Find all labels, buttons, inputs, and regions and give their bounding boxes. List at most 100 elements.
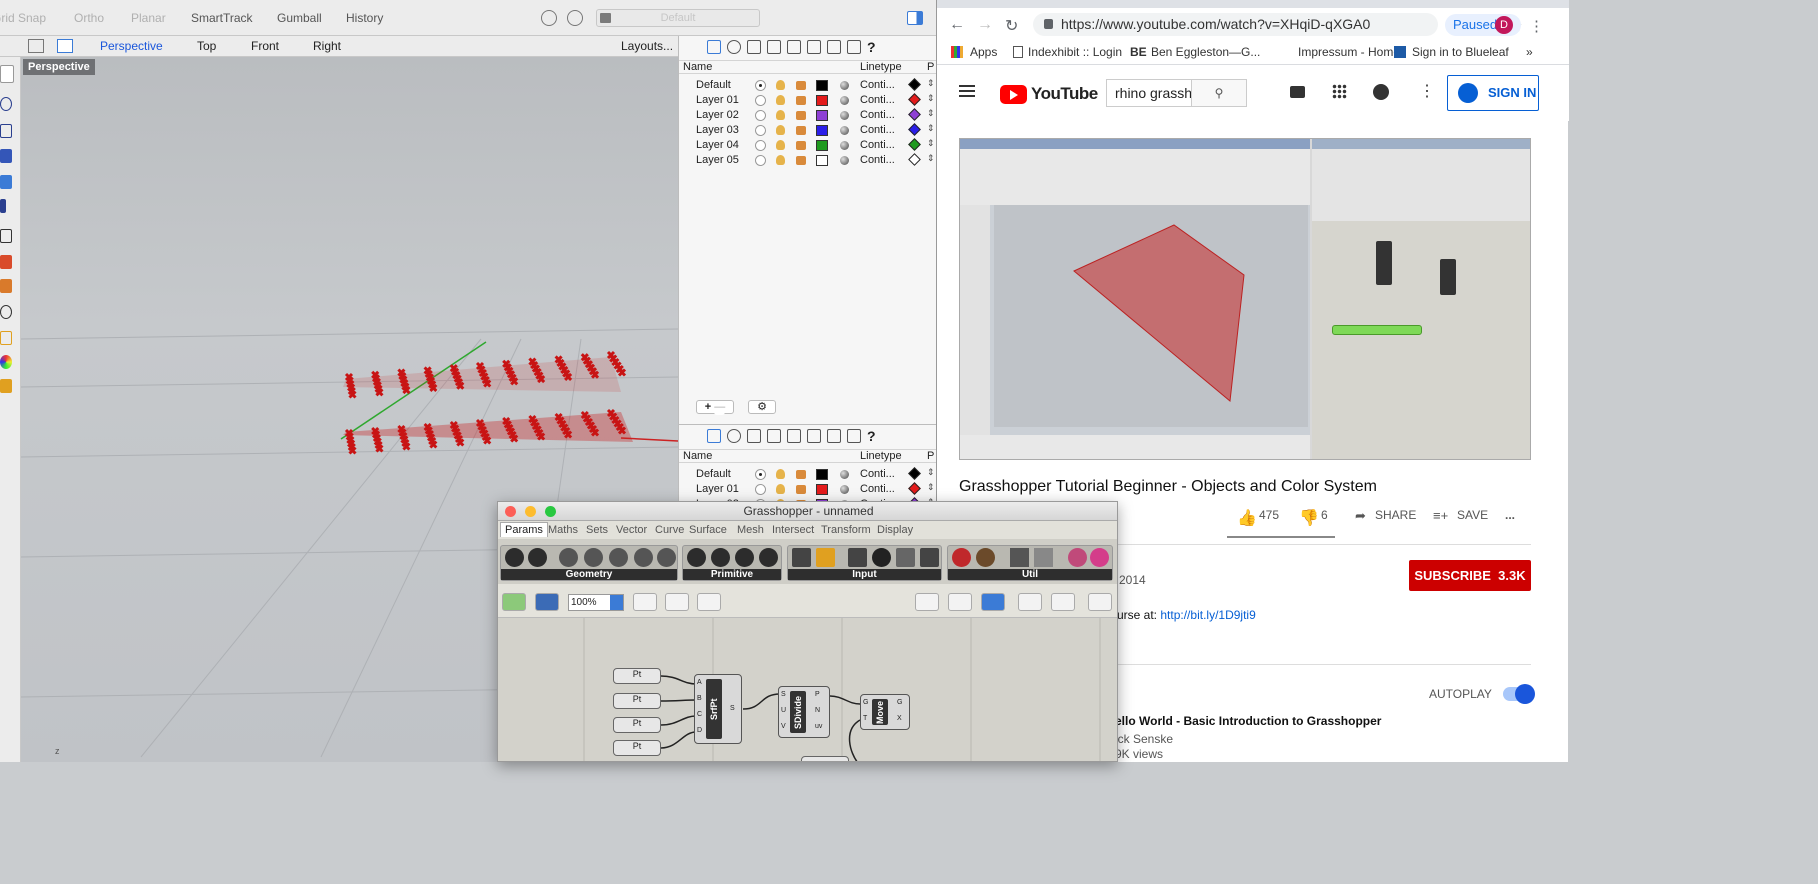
col-linetype[interactable]: Linetype	[860, 61, 902, 73]
layer-color-swatch[interactable]	[816, 110, 828, 121]
tab-vector[interactable]: Vector	[616, 524, 647, 536]
filter-icon[interactable]	[567, 10, 583, 26]
search-button[interactable]: ⚲	[1192, 79, 1247, 107]
material-icon[interactable]	[840, 485, 849, 494]
layer-linetype[interactable]: Conti...	[860, 79, 895, 91]
layer-name[interactable]: Layer 01	[696, 483, 739, 495]
close-icon[interactable]	[505, 506, 516, 517]
category-input-label[interactable]: Input	[788, 569, 941, 580]
material-icon[interactable]	[840, 156, 849, 165]
osnap-icon[interactable]	[541, 10, 557, 26]
grasshopper-canvas[interactable]: Pt Pt Pt Pt A B C D SrfPt S S U V SDivid…	[498, 618, 1117, 761]
apps-grid-icon[interactable]	[1332, 84, 1347, 99]
layer-row[interactable]: Layer 01 Conti... ⇕	[679, 93, 937, 108]
circle-param-icon[interactable]	[559, 548, 578, 567]
properties-tab-icon[interactable]	[727, 40, 741, 54]
messages-icon[interactable]	[1373, 84, 1389, 100]
print-color-diamond[interactable]	[908, 153, 921, 166]
pt-param-c[interactable]: Pt	[613, 717, 661, 733]
layer-options-button[interactable]: ⚙	[748, 400, 776, 414]
zoom-extents-icon[interactable]	[633, 593, 657, 611]
transform-tool-icon[interactable]	[0, 229, 12, 243]
gradient-input-icon[interactable]	[816, 548, 835, 567]
reload-icon[interactable]: ↻	[1005, 16, 1018, 36]
category-geometry-label[interactable]: Geometry	[501, 569, 677, 580]
sketch-pen-icon[interactable]	[697, 593, 721, 611]
bulb-icon[interactable]	[776, 469, 785, 479]
layers-tab-icon[interactable]	[707, 429, 721, 443]
share-button[interactable]: SHARE	[1375, 508, 1416, 522]
layer-row[interactable]: Default Conti... ⇕	[679, 78, 937, 93]
layer-linetype[interactable]: Conti...	[860, 124, 895, 136]
updown-arrows-icon[interactable]: ⇕	[927, 138, 935, 149]
layer-name[interactable]: Layer 05	[696, 154, 739, 166]
print-color-diamond[interactable]	[908, 78, 921, 91]
bulb-icon[interactable]	[776, 80, 785, 90]
updown-arrows-icon[interactable]: ⇕	[927, 78, 935, 89]
boolean-param-icon[interactable]	[687, 548, 706, 567]
bookmark-impressum[interactable]: Impressum - Home	[1298, 45, 1400, 59]
apps-icon[interactable]	[951, 46, 963, 58]
ortho-toggle[interactable]: Ortho	[74, 11, 104, 25]
profile-paused-button[interactable]: Paused D	[1445, 14, 1521, 36]
grasshopper-title-bar[interactable]: Grasshopper - unnamed	[498, 502, 1117, 521]
integer-param-icon[interactable]	[711, 548, 730, 567]
url-input[interactable]: https://www.youtube.com/watch?v=XHqiD-qX…	[1033, 13, 1522, 36]
updown-arrows-icon[interactable]: ⇕	[927, 467, 935, 478]
up-next-title[interactable]: ello World - Basic Introduction to Grass…	[1115, 714, 1381, 728]
toggle-input-icon[interactable]	[848, 548, 867, 567]
col-print[interactable]: P	[927, 450, 934, 462]
partial-node[interactable]	[801, 756, 849, 761]
updown-arrows-icon[interactable]: ⇕	[927, 108, 935, 119]
geometry-param-icon[interactable]	[505, 548, 524, 567]
current-layer-radio[interactable]	[755, 140, 766, 151]
sdivide-output-uv[interactable]: uv	[815, 723, 822, 730]
bulb-icon[interactable]	[776, 484, 785, 494]
material-icon[interactable]	[840, 126, 849, 135]
tab-front[interactable]: Front	[251, 39, 279, 53]
dimension-tool-icon[interactable]	[0, 331, 12, 345]
layer-color-swatch[interactable]	[816, 484, 828, 495]
layer-linetype[interactable]: Conti...	[860, 468, 895, 480]
pt-param-d[interactable]: Pt	[613, 740, 661, 756]
preview-mode-icon[interactable]	[915, 593, 939, 611]
lock-icon[interactable]	[796, 111, 806, 120]
move-output-x[interactable]: X	[897, 715, 902, 722]
current-layer-radio[interactable]	[755, 469, 766, 480]
print-color-diamond[interactable]	[908, 108, 921, 121]
color-preview-icon[interactable]	[1051, 593, 1075, 611]
rectangle-tool-icon[interactable]	[0, 124, 12, 138]
material-icon[interactable]	[840, 141, 849, 150]
material-icon[interactable]	[840, 111, 849, 120]
tab-sets[interactable]: Sets	[586, 524, 608, 536]
tab-maths[interactable]: Maths	[548, 524, 578, 536]
layer-color-swatch[interactable]	[816, 125, 828, 136]
layer-row[interactable]: Layer 04 Conti... ⇕	[679, 138, 937, 153]
list-input-icon[interactable]	[920, 548, 939, 567]
notes-tab-icon[interactable]	[747, 429, 761, 443]
search-input[interactable]: rhino grassh	[1106, 79, 1192, 107]
materials-tab-icon[interactable]	[767, 40, 781, 54]
boolean-tool-icon[interactable]	[0, 255, 12, 269]
bookmark-apps[interactable]: Apps	[970, 45, 997, 59]
open-file-icon[interactable]	[502, 593, 526, 611]
layer-row[interactable]: Layer 01 Conti... ⇕	[679, 482, 936, 497]
back-icon[interactable]: ←	[949, 16, 965, 34]
tab-perspective[interactable]: Perspective	[100, 39, 163, 53]
relay-util-icon[interactable]	[1010, 548, 1029, 567]
slider-input-icon[interactable]	[896, 548, 915, 567]
lock-icon[interactable]	[796, 81, 806, 90]
tab-intersect[interactable]: Intersect	[772, 524, 814, 536]
wireframe-icon[interactable]	[948, 593, 972, 611]
layer-name[interactable]: Default	[696, 468, 731, 480]
notes-tab-icon[interactable]	[747, 40, 761, 54]
properties-tab-icon[interactable]	[727, 429, 741, 443]
bulb-icon[interactable]	[776, 155, 785, 165]
layer-color-swatch[interactable]	[816, 469, 828, 480]
four-view-icon[interactable]	[28, 39, 44, 53]
mesh-param-icon[interactable]	[657, 548, 676, 567]
current-layer-radio[interactable]	[755, 80, 766, 91]
layer-linetype[interactable]: Conti...	[860, 483, 895, 495]
bulb-icon[interactable]	[776, 125, 785, 135]
autoplay-toggle[interactable]	[1503, 684, 1535, 704]
